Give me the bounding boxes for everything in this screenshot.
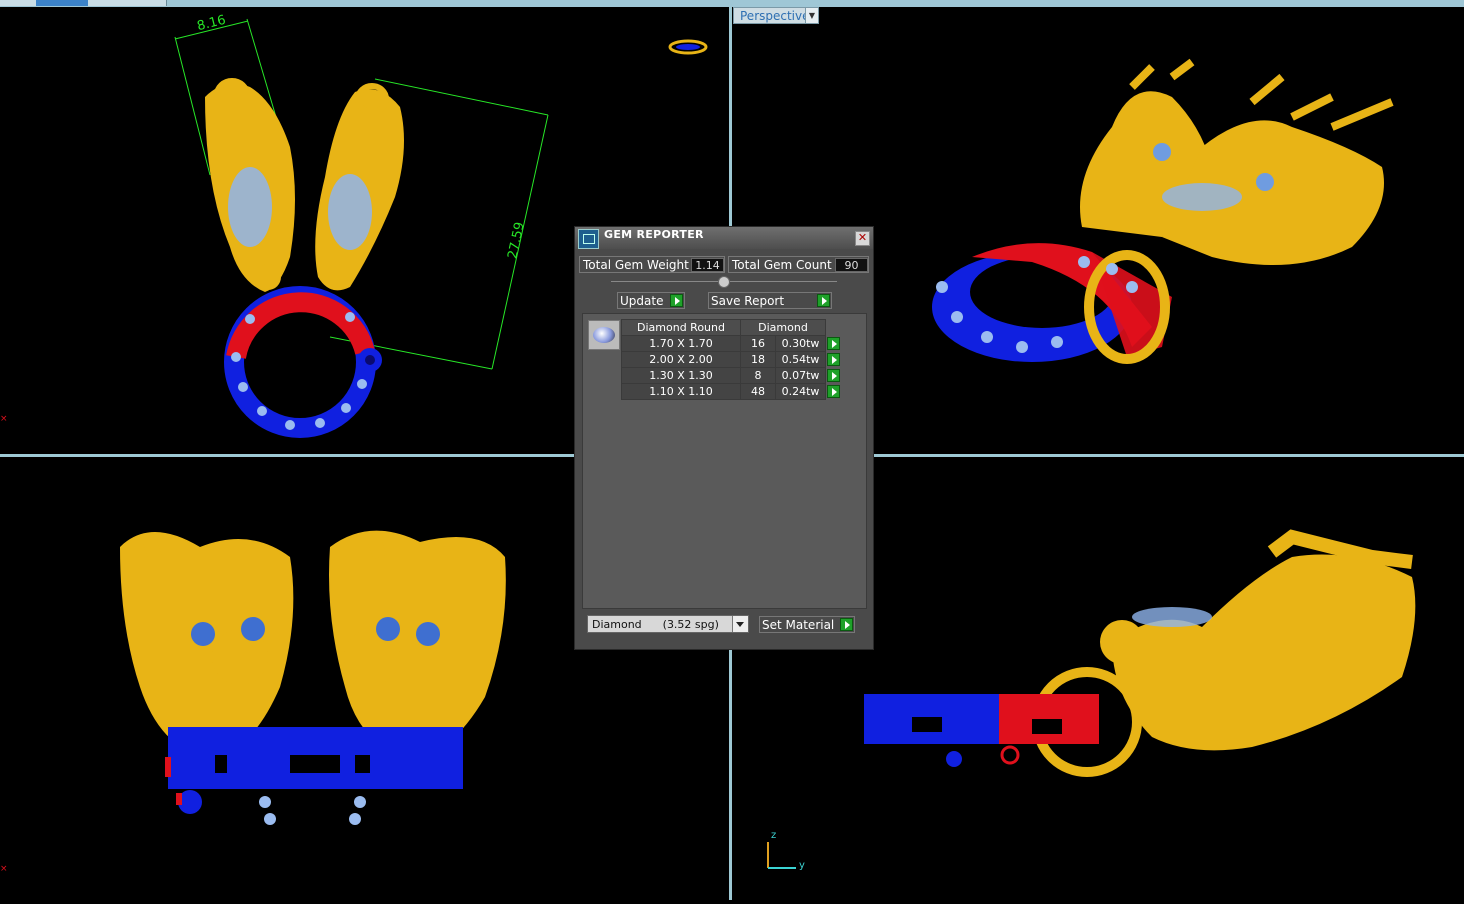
play-icon[interactable]	[840, 618, 853, 631]
table-row[interactable]: 1.10 X 1.10 48 0.24tw	[621, 383, 841, 400]
gem-size: 1.30 X 1.30	[621, 367, 741, 384]
play-icon[interactable]	[827, 352, 840, 366]
material-select[interactable]: Diamond (3.52 spg)	[587, 615, 749, 633]
perspective-dropdown[interactable]: Perspective ▼	[733, 7, 819, 24]
top-tab[interactable]	[0, 0, 37, 6]
gem-reporter-titlebar[interactable]: GEM REPORTER ✕	[575, 227, 873, 249]
top-tab-strip	[0, 0, 1464, 7]
gem-reporter-panel[interactable]: GEM REPORTER ✕ Total Gem Weight 1.14 Tot…	[574, 226, 874, 650]
axis-label-y: y	[799, 860, 805, 871]
dragon-heads-front	[120, 530, 506, 757]
svg-text:×: ×	[0, 414, 8, 424]
gem-count: 48	[740, 383, 776, 400]
update-button-label: Update	[620, 294, 664, 308]
table-row[interactable]: 2.00 X 2.00 18 0.54tw	[621, 351, 841, 368]
play-icon[interactable]	[817, 294, 830, 307]
perspective-label: Perspective	[740, 9, 810, 23]
column-header-shape: Diamond Round	[621, 319, 741, 336]
close-icon[interactable]: ✕	[855, 231, 870, 246]
gem-weight: 0.07tw	[775, 367, 826, 384]
axis-label-z: z	[771, 830, 777, 841]
play-icon[interactable]	[827, 368, 840, 382]
save-report-button[interactable]: Save Report	[708, 292, 832, 309]
gem-size: 1.70 X 1.70	[621, 335, 741, 352]
gem-count: 16	[740, 335, 776, 352]
diamond-round-thumbnail-icon[interactable]	[588, 320, 620, 350]
material-select-value: Diamond (3.52 spg)	[592, 618, 719, 631]
dragon-head-right	[315, 83, 404, 291]
gem-reporter-title: GEM REPORTER	[604, 228, 704, 241]
save-report-button-label: Save Report	[711, 294, 785, 308]
top-tab[interactable]	[134, 0, 167, 6]
gem-weight: 0.24tw	[775, 383, 826, 400]
gem-table: Diamond Round Diamond 1.70 X 1.70 16 0.3…	[621, 319, 841, 400]
total-gem-weight-value: 1.14	[691, 258, 724, 272]
ring-band-perspective	[932, 243, 1172, 364]
set-material-button[interactable]: Set Material	[759, 616, 855, 633]
play-icon[interactable]	[670, 294, 683, 307]
gem-reporter-icon	[578, 229, 599, 249]
dragon-heads-perspective	[1080, 58, 1394, 265]
total-gem-weight-label: Total Gem Weight	[583, 258, 689, 272]
set-material-button-label: Set Material	[762, 618, 835, 632]
play-icon[interactable]	[827, 384, 840, 398]
ring-band-side	[864, 694, 1099, 767]
gem-size: 1.10 X 1.10	[621, 383, 741, 400]
gem-list-area[interactable]: Diamond Round Diamond 1.70 X 1.70 16 0.3…	[582, 313, 867, 609]
gem-size: 2.00 X 2.00	[621, 351, 741, 368]
chevron-down-icon[interactable]: ▼	[805, 8, 818, 23]
total-gem-weight-box: Total Gem Weight 1.14	[579, 256, 725, 273]
svg-text:×: ×	[0, 864, 8, 874]
gem-count: 8	[740, 367, 776, 384]
table-row[interactable]: 1.30 X 1.30 8 0.07tw	[621, 367, 841, 384]
gem-weight: 0.30tw	[775, 335, 826, 352]
play-icon[interactable]	[827, 336, 840, 350]
total-gem-count-value: 90	[835, 258, 868, 272]
gem-count: 18	[740, 351, 776, 368]
update-button[interactable]: Update	[617, 292, 685, 309]
gem-weight: 0.54tw	[775, 351, 826, 368]
collapse-icon[interactable]	[718, 276, 730, 288]
dragon-head-left	[205, 78, 295, 293]
ring-band-front	[165, 727, 463, 825]
column-header-material: Diamond	[740, 319, 826, 336]
total-gem-count-label: Total Gem Count	[732, 258, 832, 272]
top-tab-active[interactable]	[36, 0, 89, 6]
total-gem-count-box: Total Gem Count 90	[728, 256, 869, 273]
chevron-down-icon[interactable]	[732, 616, 748, 632]
table-row[interactable]: 1.70 X 1.70 16 0.30tw	[621, 335, 841, 352]
top-tab[interactable]	[88, 0, 135, 6]
